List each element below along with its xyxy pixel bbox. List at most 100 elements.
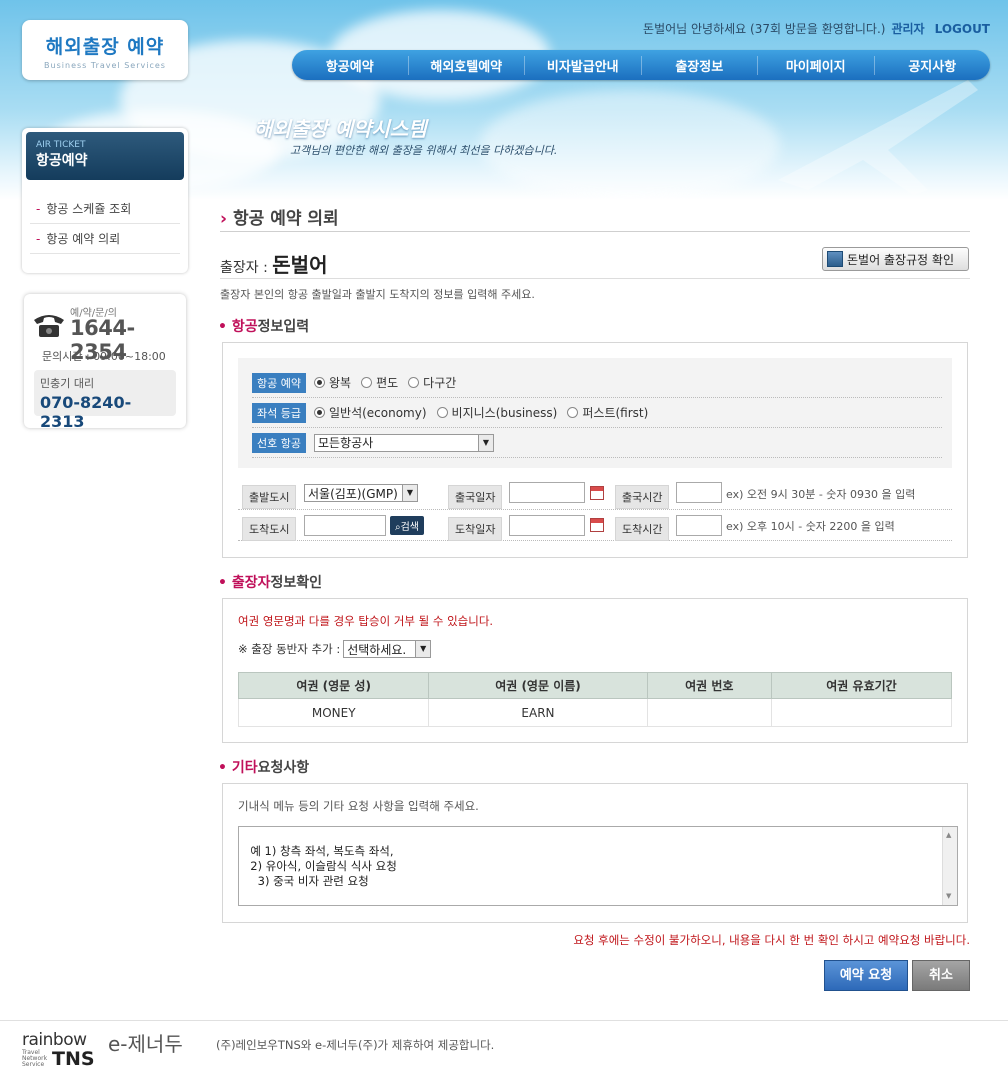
logo-title: 해외출장 예약 [45, 36, 165, 58]
depart-time-label: 출국시간 [615, 485, 670, 509]
page-title-text: 항공 예약 의뢰 [233, 209, 339, 229]
depart-city-label: 출발도시 [242, 485, 297, 509]
col-passport-number: 여권 번호 [646, 672, 772, 699]
radio-multicity[interactable] [408, 377, 420, 388]
logout-link[interactable]: LOGOUT [935, 22, 990, 36]
radio-business[interactable] [436, 407, 448, 418]
section-title-rest: 정보확인 [270, 575, 322, 591]
submit-request-button[interactable]: 예약 요청 [824, 960, 908, 991]
bullet-icon: • [218, 319, 232, 335]
chevron-down-icon: ▼ [402, 485, 417, 501]
table-row: MONEY EARN [237, 698, 953, 727]
arrive-time-hint: ex) 오후 10시 - 숫자 2200 을 입력 [726, 520, 895, 533]
telephone-icon [34, 315, 64, 337]
ezenerdu-logo: e-제너두 [108, 1032, 183, 1056]
opt-business: 비지니스(business) [451, 406, 558, 420]
arrive-city-input[interactable] [304, 515, 386, 536]
request-textarea[interactable]: 예 1) 창측 좌석, 복도측 좌석, 2) 유아식, 이슬람식 식사 요청 3… [238, 826, 958, 906]
depart-time-hint: ex) 오전 9시 30분 - 숫자 0930 을 입력 [726, 488, 916, 501]
opt-roundtrip: 왕복 [328, 376, 352, 390]
cell-passport-number [646, 698, 772, 727]
sidebar-item-request[interactable]: - 항공 예약 의뢰 [30, 224, 180, 254]
companion-row: ※ 출장 동반자 추가 : 선택하세요. ▼ [238, 640, 432, 658]
nav-flight[interactable]: 항공예약 [292, 55, 409, 75]
airline-select[interactable]: 모든항공사 ▼ [313, 433, 494, 452]
contact-card: 예/약/문/의 1644-2354 문의시간 : 09:00~18:00 민충기… [24, 294, 186, 431]
agent-label: 민충기 대리 [40, 377, 95, 390]
traveler-name: 돈벌어 [272, 253, 328, 277]
bullet-icon: • [218, 760, 232, 776]
nav-hotel[interactable]: 해외호텔예약 [409, 55, 525, 75]
section-title-em: 항공 [231, 319, 258, 335]
agent-phone: 070-8240-2313 [40, 393, 132, 431]
agent-box: 민충기 대리 070-8240-2313 [34, 370, 176, 431]
search-button-label: 검색 [400, 522, 420, 533]
arrive-date-label: 도착일자 [448, 517, 503, 541]
travel-rule-label: 돈벌어 출장규정 확인 [847, 252, 954, 267]
calendar-icon[interactable] [590, 486, 604, 500]
radio-economy[interactable] [313, 407, 325, 418]
site-logo[interactable]: 해외출장 예약 Business Travel Services [22, 20, 188, 80]
depart-date-label: 출국일자 [448, 485, 503, 509]
booking-type-row: 항공 예약 왕복 편도 다구간 [252, 368, 942, 398]
cell-surname: MONEY [237, 698, 430, 727]
section-title-rest: 요청사항 [257, 760, 310, 776]
sidebar-item-label: 항공 예약 의뢰 [46, 232, 121, 246]
radio-oneway[interactable] [361, 377, 373, 388]
nav-visa[interactable]: 비자발급안내 [525, 55, 642, 75]
col-given-name: 여권 (영문 이름) [428, 672, 648, 699]
airline-row: 선호 항공 모든항공사 ▼ [252, 428, 942, 458]
book-icon [827, 251, 843, 267]
table-header-row: 여권 (영문 성) 여권 (영문 이름) 여권 번호 여권 유효기간 [237, 672, 953, 699]
sidebar-item-schedule[interactable]: - 항공 스케쥴 조회 [30, 194, 180, 224]
airline-select-value: 모든항공사 [317, 436, 374, 450]
hero-subtitle: 고객님의 편안한 해외 출장을 위해서 최선을 다하겠습니다. [290, 144, 558, 157]
nav-notice[interactable]: 공지사항 [875, 56, 991, 75]
submit-warning: 요청 후에는 수정이 불가하오니, 내용을 다시 한 번 확인 하시고 예약요청… [573, 933, 970, 947]
cancel-button[interactable]: 취소 [912, 960, 970, 991]
opt-oneway: 편도 [376, 376, 399, 390]
bullet-icon: • [218, 575, 232, 591]
admin-link[interactable]: 관리자 [891, 22, 924, 36]
chevron-down-icon: ▼ [415, 641, 431, 657]
textarea-scrollbar[interactable] [942, 827, 957, 905]
section-title-em: 출장자 [231, 575, 271, 591]
section-title-traveler: • 출장자정보확인 [218, 572, 322, 592]
arrive-time-label: 도착시간 [615, 517, 670, 541]
seat-class-row: 좌석 등급 일반석(economy) 비지니스(business) 퍼스트(fi… [252, 398, 942, 428]
sidebar-header-ko: 항공예약 [36, 153, 88, 169]
arrive-date-input[interactable] [509, 515, 585, 536]
companion-select[interactable]: 선택하세요. ▼ [343, 640, 432, 658]
logo-subtitle: Business Travel Services [44, 61, 166, 70]
depart-time-input[interactable] [676, 482, 722, 503]
arrive-time-input[interactable] [676, 515, 722, 536]
dash-icon: - [36, 232, 41, 246]
opt-multicity: 다구간 [423, 376, 457, 390]
greeting-text: 돈벌어님 안녕하세요 (37회 방문을 환영합니다.) [643, 22, 886, 36]
companion-label: ※ 출장 동반자 추가 : [238, 642, 341, 656]
user-bar: 돈벌어님 안녕하세요 (37회 방문을 환영합니다.) 관리자 LOGOUT [643, 20, 990, 37]
nav-trip-info[interactable]: 출장정보 [642, 55, 758, 75]
arrive-row: 도착도시 ⌕검색 도착일자 도착시간 ex) 오후 10시 - 숫자 2200 … [238, 511, 952, 541]
nav-mypage[interactable]: 마이페이지 [758, 55, 875, 75]
depart-date-input[interactable] [509, 482, 585, 503]
page-title: › 항공 예약 의뢰 [220, 204, 970, 232]
arrive-city-label: 도착도시 [242, 517, 297, 541]
page-description: 출장자 본인의 항공 출발일과 출발지 도착지의 정보를 입력해 주세요. [220, 288, 535, 301]
calendar-icon[interactable] [590, 518, 604, 532]
dash-icon: - [36, 202, 41, 216]
passport-warning: 여권 영문명과 다를 경우 탑승이 거부 될 수 있습니다. [238, 614, 494, 628]
sidebar-header: AIR TICKET 항공예약 [26, 132, 184, 180]
radio-first[interactable] [567, 407, 579, 418]
depart-city-select[interactable]: 서울(김포)(GMP) ▼ [304, 484, 418, 502]
rainbow-text: rainbow [22, 1030, 87, 1050]
other-guide: 기내식 메뉴 등의 기타 요청 사항을 입력해 주세요. [238, 799, 479, 813]
city-search-button[interactable]: ⌕검색 [390, 516, 425, 535]
depart-city-value: 서울(김포)(GMP) [308, 486, 398, 501]
travel-rule-button[interactable]: 돈벌어 출장규정 확인 [822, 247, 969, 271]
radio-roundtrip[interactable] [313, 377, 325, 388]
section-title-em: 기타 [231, 760, 258, 776]
cell-given-name: EARN [428, 698, 648, 727]
section-title-other: • 기타요청사항 [218, 757, 309, 777]
opt-first: 퍼스트(first) [582, 406, 649, 420]
